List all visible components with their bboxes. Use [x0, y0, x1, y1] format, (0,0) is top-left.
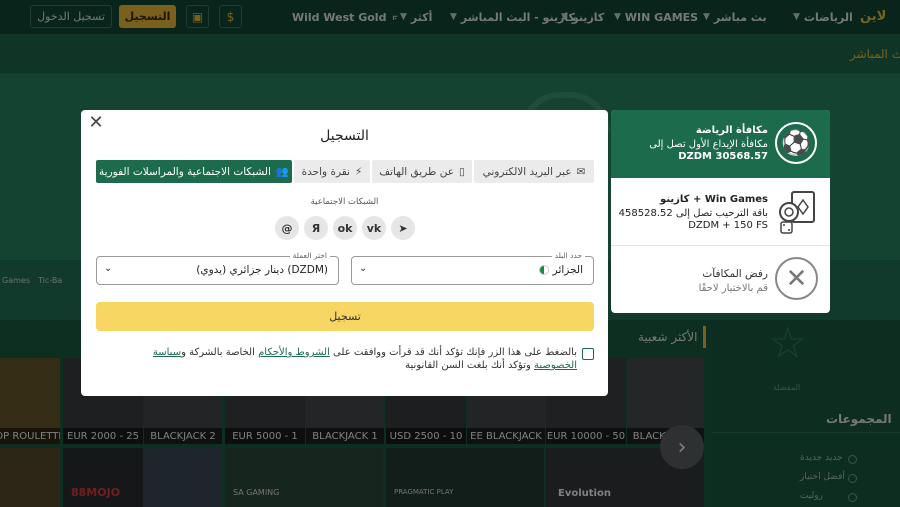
- bonus-casino-amount: DZDM + 150 FS: [688, 220, 768, 231]
- close-circle-icon: ✕: [775, 257, 818, 300]
- tab-phone[interactable]: عن طريق الهاتف ▯: [372, 160, 472, 183]
- bonus-option-sport[interactable]: مكافأة الرياضة مكافأة الإيداع الأول تصل …: [611, 110, 830, 178]
- telegram-icon[interactable]: ➤: [391, 216, 415, 240]
- vk-icon[interactable]: vk: [362, 216, 386, 240]
- tab-email[interactable]: عبر البريد الالكتروني ✉: [474, 160, 594, 183]
- tab-social-networks[interactable]: الشبكات الاجتماعية والمراسلات الفورية 👥: [96, 160, 292, 183]
- modal-title: التسجيل: [320, 128, 369, 144]
- submit-register-button[interactable]: تسجيل: [96, 302, 594, 331]
- country-value: الجزائر: [552, 264, 583, 276]
- bonus-sport-desc: مكافأة الإيداع الأول تصل إلى: [649, 139, 768, 150]
- bonus-reject-subtitle: قم بالاختيار لاحقًا: [698, 283, 768, 294]
- tab-one-click[interactable]: نقرة واحدة ⚡: [294, 160, 370, 183]
- soccer-ball-icon: ⚽: [775, 122, 817, 164]
- social-networks-label: الشبكات الاجتماعية: [310, 197, 379, 207]
- registration-modal: ✕ التسجيل عبر البريد الالكتروني ✉ عن طري…: [81, 110, 608, 396]
- envelope-icon: ✉: [576, 165, 586, 178]
- lightning-icon: ⚡: [354, 165, 363, 178]
- country-select[interactable]: حدد البلد الجزائر ⌄: [351, 251, 594, 285]
- bonus-selection-panel: مكافأة الرياضة مكافأة الإيداع الأول تصل …: [611, 110, 830, 313]
- currency-value: دينار جزائري (يدوي) (DZDM): [196, 264, 328, 276]
- bonus-sport-amount: DZDM 30568.57: [678, 151, 768, 162]
- bonus-casino-title: كازينو + Win Games: [660, 194, 768, 205]
- bonus-casino-desc: باقة الترحيب تصل إلى 458528.52: [618, 208, 768, 219]
- bonus-sport-title: مكافأة الرياضة: [695, 125, 768, 136]
- odnoklassniki-icon[interactable]: ok: [333, 216, 357, 240]
- chevron-down-icon: ⌄: [359, 263, 368, 274]
- terms-checkbox[interactable]: [582, 348, 594, 360]
- phone-icon: ▯: [458, 165, 465, 178]
- casino-cards-icon: [779, 191, 815, 234]
- bonus-reject-title: رفض المكافآت: [702, 268, 768, 280]
- users-icon: 👥: [275, 166, 289, 178]
- yandex-icon[interactable]: Я: [304, 216, 328, 240]
- chevron-down-icon: ⌄: [104, 263, 113, 274]
- mail-icon[interactable]: @: [275, 216, 299, 240]
- terms-link[interactable]: الشروط والأحكام: [258, 347, 330, 358]
- currency-select[interactable]: اختر العملة دينار جزائري (يدوي) (DZDM) ⌄: [96, 251, 339, 285]
- algeria-flag-icon: [538, 265, 549, 275]
- consent-text: بالضغط على هذا الزر فإنك تؤكد أنك قد قرأ…: [152, 347, 577, 371]
- currency-label: اختر العملة: [289, 251, 330, 260]
- country-label: حدد البلد: [551, 251, 585, 260]
